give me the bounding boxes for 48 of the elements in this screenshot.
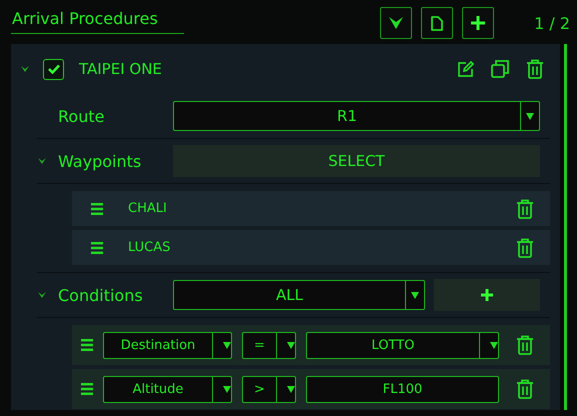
operator-dropdown[interactable]: > (242, 376, 296, 402)
checkbox[interactable] (43, 58, 64, 80)
field-label: Waypoints (58, 152, 142, 170)
drag-handle-icon[interactable] (81, 339, 93, 351)
drag-handle-icon[interactable] (91, 202, 103, 214)
caret-icon (223, 342, 231, 348)
add-button[interactable] (462, 7, 494, 39)
caret-icon (287, 342, 295, 348)
trash-icon[interactable] (516, 198, 534, 218)
field-dropdown[interactable]: Altitude (103, 376, 232, 402)
edit-icon[interactable] (457, 60, 474, 78)
waypoint-name: CHALI (128, 201, 168, 216)
caret-icon (411, 292, 419, 298)
value-dropdown[interactable]: LOTTO (306, 332, 499, 358)
collapse-button[interactable] (380, 7, 412, 39)
page-counter: 1 / 2 (534, 14, 570, 32)
new-file-button[interactable] (421, 7, 454, 39)
caret-icon (287, 386, 295, 392)
chevron-icon[interactable] (37, 156, 47, 166)
caret-icon (526, 112, 534, 120)
route-dropdown[interactable]: R1 (173, 101, 540, 131)
trash-icon[interactable] (516, 238, 534, 258)
caret-icon (223, 386, 231, 392)
value-field[interactable]: FL100 (306, 376, 499, 402)
chevron-icon[interactable] (20, 64, 30, 74)
checkmark-icon (48, 64, 60, 74)
scrollbar[interactable] (564, 44, 567, 410)
plus-icon (481, 289, 493, 301)
chevron-icon (389, 17, 404, 29)
match-dropdown[interactable]: ALL (173, 280, 425, 310)
procedure-name: TAIPEI ONE (79, 60, 162, 78)
panel-title: Arrival Procedures (11, 9, 184, 34)
plus-icon (471, 16, 486, 30)
drag-handle-icon[interactable] (81, 383, 93, 395)
copy-icon[interactable] (491, 60, 509, 78)
trash-icon[interactable] (516, 335, 534, 355)
select-button[interactable]: SELECT (173, 145, 540, 177)
operator-dropdown[interactable]: = (242, 332, 296, 358)
caret-icon (490, 342, 498, 348)
chevron-icon[interactable] (37, 290, 47, 300)
field-dropdown[interactable]: Destination (103, 332, 232, 358)
drag-handle-icon[interactable] (91, 242, 103, 254)
field-label: Conditions (58, 286, 144, 304)
waypoint-name: LUCAS (128, 240, 172, 255)
field-label: Route (58, 106, 106, 126)
trash-icon[interactable] (526, 59, 544, 79)
trash-icon[interactable] (516, 379, 534, 399)
file-icon (431, 16, 444, 30)
